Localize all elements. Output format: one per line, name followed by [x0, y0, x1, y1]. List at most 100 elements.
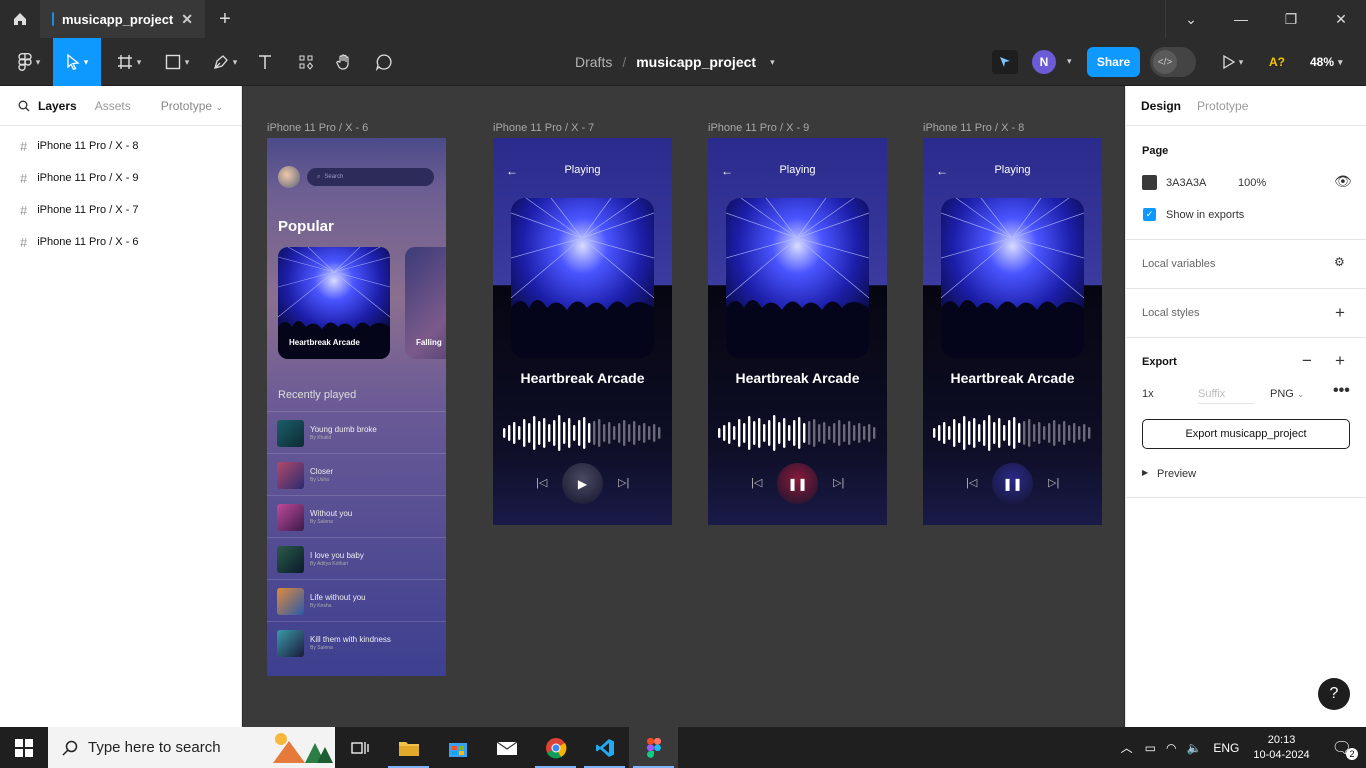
layer-item[interactable]: # iPhone 11 Pro / X - 7: [0, 194, 241, 226]
more-options-icon[interactable]: •••: [1333, 382, 1350, 400]
chevron-down-icon[interactable]: ⌄: [1166, 0, 1216, 38]
zoom-dropdown[interactable]: 48% ▾: [1310, 38, 1343, 86]
new-tab-button[interactable]: +: [205, 0, 245, 38]
eye-icon[interactable]: 👁: [1334, 173, 1352, 190]
file-explorer-icon[interactable]: [384, 727, 433, 768]
player-frame[interactable]: ← Playing Heartbreak Arcade |◁ ❚❚ ▷|: [708, 138, 887, 525]
export-suffix-input[interactable]: Suffix: [1198, 388, 1254, 404]
project-name[interactable]: musicapp_project: [636, 54, 756, 70]
waveform: [718, 415, 876, 451]
add-style-icon[interactable]: +: [1335, 303, 1345, 323]
chevron-down-icon[interactable]: ▾: [770, 57, 775, 68]
vscode-icon[interactable]: [580, 727, 629, 768]
home-screen-frame[interactable]: ⌕ Search Popular Heartbreak Arcade Falli…: [267, 138, 446, 676]
wifi-icon[interactable]: ◠: [1166, 741, 1176, 755]
language-indicator[interactable]: ENG: [1213, 741, 1239, 755]
accessibility-check-button[interactable]: A?: [1269, 38, 1285, 86]
resources-tool[interactable]: [296, 38, 316, 86]
minimize-icon[interactable]: —: [1216, 0, 1266, 38]
battery-icon[interactable]: ▭: [1145, 741, 1156, 755]
remove-export-icon[interactable]: −: [1302, 351, 1312, 371]
taskbar-search[interactable]: Type here to search: [48, 727, 335, 768]
frame-label[interactable]: iPhone 11 Pro / X - 6: [267, 122, 368, 134]
waveform-bar: [1003, 425, 1006, 441]
task-view-icon[interactable]: [335, 727, 384, 768]
multiplayer-cursor-button[interactable]: [992, 50, 1018, 74]
show-in-exports-checkbox[interactable]: ✓: [1143, 208, 1156, 221]
export-scale[interactable]: 1x: [1142, 388, 1154, 400]
camping-illustration-icon: [273, 733, 333, 763]
tab-design[interactable]: Design: [1141, 99, 1181, 113]
frame-tool[interactable]: ▾: [112, 38, 146, 86]
export-button[interactable]: Export musicapp_project: [1142, 419, 1350, 449]
help-button[interactable]: ?: [1318, 678, 1350, 710]
waveform-bar: [603, 424, 606, 442]
comment-tool[interactable]: [374, 38, 394, 86]
home-icon[interactable]: [0, 0, 40, 38]
song-item: Young dumb broke By Khalid: [267, 411, 446, 453]
present-button[interactable]: ▾: [1218, 38, 1248, 86]
chrome-icon[interactable]: [531, 727, 580, 768]
page-opacity-value[interactable]: 100%: [1238, 177, 1266, 189]
notifications-icon[interactable]: 🗨 2: [1332, 738, 1358, 760]
canvas[interactable]: iPhone 11 Pro / X - 6 iPhone 11 Pro / X …: [243, 86, 1124, 727]
layer-item[interactable]: # iPhone 11 Pro / X - 8: [0, 130, 241, 162]
move-tool[interactable]: ▾: [53, 38, 101, 86]
frame-label[interactable]: iPhone 11 Pro / X - 8: [923, 122, 1024, 134]
tab-layers[interactable]: Layers: [38, 99, 77, 113]
microsoft-store-icon[interactable]: [433, 727, 482, 768]
variables-settings-icon[interactable]: ⚙: [1334, 255, 1345, 269]
resources-icon: [299, 55, 314, 70]
windows-start-icon[interactable]: [0, 727, 48, 768]
page-color-swatch[interactable]: [1142, 175, 1157, 190]
cursor-arrow-icon: [1000, 57, 1010, 67]
search-icon[interactable]: [18, 100, 30, 112]
notification-count: 2: [1346, 747, 1358, 760]
volume-icon[interactable]: 🔈: [1186, 741, 1201, 755]
waveform-bar: [533, 416, 536, 450]
main-menu-button[interactable]: ▾: [12, 38, 46, 86]
player-frame[interactable]: ← Playing Heartbreak Arcade |◁ ❚❚ ▷|: [923, 138, 1102, 525]
page-color-value[interactable]: 3A3A3A: [1166, 177, 1206, 189]
chevron-down-icon[interactable]: ▾: [1067, 56, 1072, 67]
hand-tool[interactable]: [334, 38, 354, 86]
waveform-bar: [598, 419, 601, 447]
user-avatar[interactable]: N: [1032, 50, 1056, 74]
close-window-icon[interactable]: ✕: [1316, 0, 1366, 38]
song-title: Heartbreak Arcade: [520, 370, 645, 386]
album-art: [726, 198, 869, 358]
file-tab[interactable]: musicapp_project ✕: [40, 0, 205, 38]
layer-item[interactable]: # iPhone 11 Pro / X - 9: [0, 162, 241, 194]
page-section: Page 3A3A3A 100% 👁 ✓ Show in exports: [1126, 126, 1366, 240]
chevron-up-icon[interactable]: ︿: [1121, 739, 1133, 756]
mail-icon[interactable]: [482, 727, 531, 768]
export-format-dropdown[interactable]: PNG ⌄: [1270, 388, 1304, 400]
share-button[interactable]: Share: [1087, 47, 1140, 77]
frame-label[interactable]: iPhone 11 Pro / X - 9: [708, 122, 809, 134]
pen-tool[interactable]: ▾: [207, 38, 243, 86]
tab-assets[interactable]: Assets: [95, 99, 131, 113]
player-header: Playing: [779, 164, 816, 176]
shape-tool[interactable]: ▾: [160, 38, 194, 86]
add-export-icon[interactable]: +: [1335, 351, 1345, 371]
figma-taskbar-icon[interactable]: [629, 727, 678, 768]
clock[interactable]: 20:13 10-04-2024: [1253, 733, 1309, 763]
waveform-bar: [728, 422, 731, 444]
frame-label[interactable]: iPhone 11 Pro / X - 7: [493, 122, 594, 134]
breadcrumb-drafts[interactable]: Drafts: [575, 54, 612, 70]
waveform-bar: [548, 424, 551, 442]
waveform-bar: [998, 418, 1001, 448]
preview-section[interactable]: ▶ Preview: [1126, 455, 1366, 498]
close-tab-icon[interactable]: ✕: [181, 11, 193, 28]
prototype-dropdown[interactable]: Prototype ⌄: [161, 99, 223, 113]
tab-prototype[interactable]: Prototype: [1197, 99, 1248, 113]
chevron-right-icon: ▶: [1142, 468, 1149, 477]
text-tool[interactable]: [255, 38, 275, 86]
dev-mode-toggle[interactable]: </>: [1150, 47, 1196, 77]
frame-icon: [117, 55, 132, 69]
next-track-icon: ▷|: [618, 477, 630, 489]
player-header: Playing: [994, 164, 1031, 176]
player-frame[interactable]: ← Playing Heartbreak Arcade |◁ ▶ ▷|: [493, 138, 672, 525]
restore-icon[interactable]: ❐: [1266, 0, 1316, 38]
layer-item[interactable]: # iPhone 11 Pro / X - 6: [0, 226, 241, 258]
